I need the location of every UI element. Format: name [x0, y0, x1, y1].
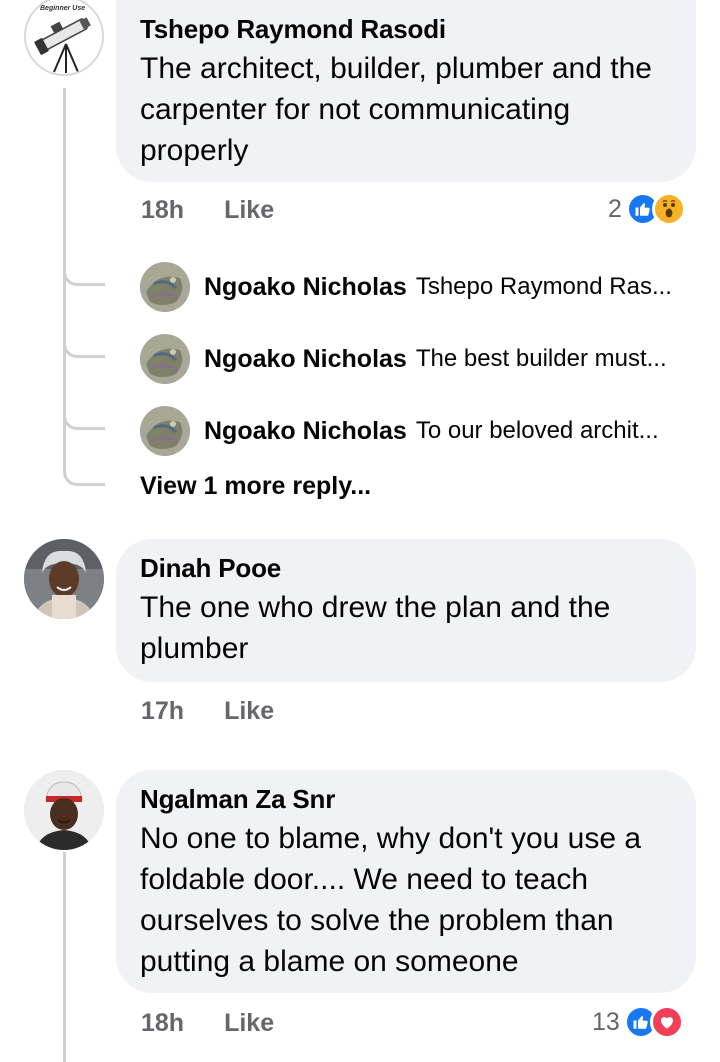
comment-meta: 18h Like — [141, 196, 274, 225]
reply-author[interactable]: Ngoako Nicholas — [204, 345, 407, 374]
thread-branch — [63, 264, 105, 286]
avatar[interactable] — [140, 262, 190, 312]
comment-bubble: Tshepo Raymond Rasodi The architect, bui… — [116, 0, 696, 182]
comment-author[interactable]: Ngalman Za Snr — [140, 784, 674, 814]
avatar[interactable] — [140, 406, 190, 456]
comment-meta: 17h Like — [141, 697, 274, 726]
comment-text: The architect, builder, plumber and the … — [140, 52, 652, 167]
avatar-photo-icon — [140, 406, 190, 456]
reply-preview: The best builder must... — [415, 345, 667, 372]
love-icon — [649, 1005, 684, 1039]
thread-branch — [63, 408, 105, 430]
comment-text: No one to blame, why don't you use a fol… — [140, 822, 642, 978]
like-button[interactable]: Like — [224, 196, 274, 225]
wow-icon — [651, 192, 686, 226]
reply-author[interactable]: Ngoako Nicholas — [204, 273, 407, 302]
like-button[interactable]: Like — [224, 1009, 274, 1038]
avatar-photo-icon — [140, 262, 190, 312]
reply-author[interactable]: Ngoako Nicholas — [204, 417, 407, 446]
reaction-count: 2 — [608, 194, 622, 223]
reply-item[interactable]: Ngoako Nicholas The best builder must... — [140, 334, 667, 384]
reaction-summary[interactable]: 13 — [592, 1005, 684, 1039]
avatar-photo-icon — [140, 334, 190, 384]
avatar[interactable] — [24, 770, 104, 850]
reply-preview: Tshepo Raymond Ras... — [415, 273, 672, 300]
thread-branch — [63, 464, 105, 486]
avatar[interactable] — [24, 539, 104, 619]
reaction-count: 13 — [592, 1007, 620, 1036]
comment-author[interactable]: Tshepo Raymond Rasodi — [140, 14, 674, 44]
telescope-avatar-icon: Beginner Use — [34, 5, 91, 73]
comment-bubble: Ngalman Za Snr No one to blame, why don'… — [116, 770, 696, 993]
comment-time[interactable]: 17h — [141, 697, 184, 726]
avatar-photo-icon — [24, 770, 104, 850]
comment-time[interactable]: 18h — [141, 1009, 184, 1038]
like-button[interactable]: Like — [224, 697, 274, 726]
reply-item[interactable]: Ngoako Nicholas Tshepo Raymond Ras... — [140, 262, 672, 312]
comment-author[interactable]: Dinah Pooe — [140, 553, 674, 583]
reply-preview: To our beloved archit... — [415, 417, 659, 444]
reply-item[interactable]: Ngoako Nicholas To our beloved archit... — [140, 406, 659, 456]
comment-text: The one who drew the plan and the plumbe… — [140, 591, 611, 665]
reaction-summary[interactable]: 2 — [608, 192, 686, 226]
avatar[interactable]: Beginner Use — [24, 0, 104, 76]
avatar-photo-icon — [24, 539, 104, 619]
view-more-replies-link[interactable]: View 1 more reply... — [140, 472, 371, 501]
comment-time[interactable]: 18h — [141, 196, 184, 225]
comment-bubble: Dinah Pooe The one who drew the plan and… — [116, 539, 696, 682]
avatar-badge-text: Beginner Use — [40, 5, 85, 12]
comment-meta: 18h Like — [141, 1009, 274, 1038]
thread-branch — [63, 336, 105, 358]
thread-line — [63, 852, 66, 1062]
avatar[interactable] — [140, 334, 190, 384]
